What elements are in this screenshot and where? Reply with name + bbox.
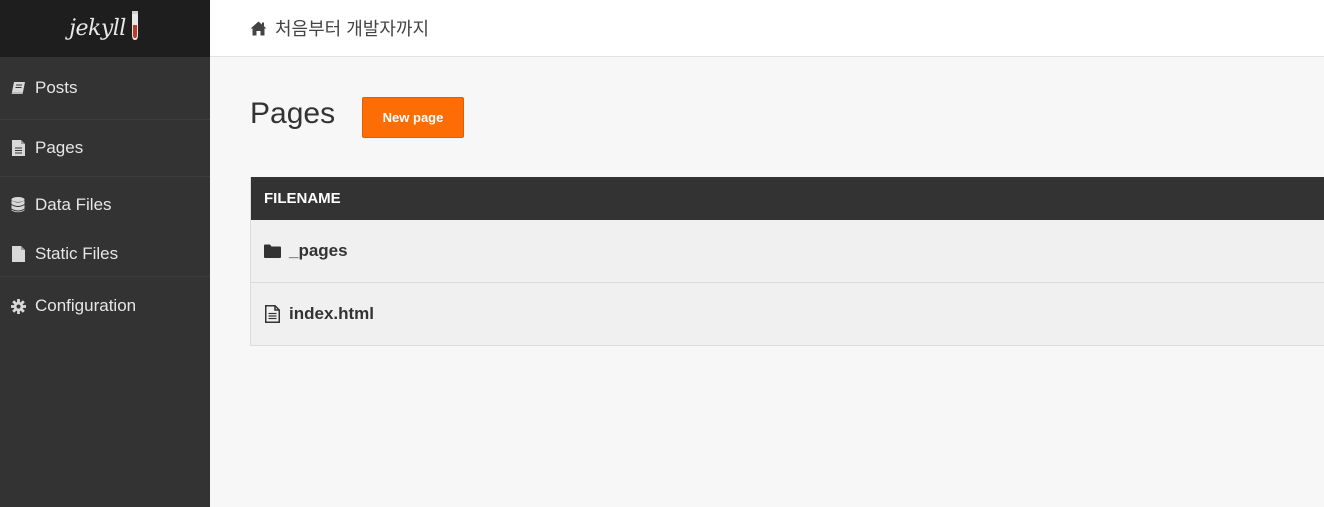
- sidebar-item-configuration[interactable]: Configuration: [0, 277, 210, 335]
- app: jekyll Posts Pages Data Files Static Fil…: [0, 0, 1324, 507]
- sidebar-item-label: Data Files: [35, 194, 112, 214]
- sidebar-item-label: Pages: [35, 138, 84, 157]
- table-row[interactable]: _pages: [251, 220, 1324, 283]
- table-header-filename[interactable]: FILENAME: [251, 177, 1324, 220]
- sidebar-item-pages[interactable]: Pages: [0, 120, 210, 176]
- gear-icon: [10, 298, 26, 314]
- row-filename[interactable]: _pages: [289, 241, 348, 261]
- folder-icon: [264, 243, 281, 260]
- row-filename[interactable]: index.html: [289, 304, 374, 324]
- book-icon: [10, 80, 26, 96]
- breadcrumb-site-link[interactable]: 처음부터 개발자까지: [275, 15, 429, 41]
- logo-text: jekyll: [69, 16, 126, 41]
- sidebar-item-label: Static Files: [35, 244, 119, 263]
- top-header: 처음부터 개발자까지: [210, 0, 1324, 57]
- sidebar-item-data-files[interactable]: Data Files: [0, 177, 210, 232]
- page-title: Pages: [250, 97, 336, 130]
- sidebar-item-posts[interactable]: Posts: [0, 57, 210, 119]
- database-icon: [10, 196, 26, 213]
- files-table: FILENAME _pages index.html: [250, 177, 1324, 346]
- table-row[interactable]: index.html: [251, 283, 1324, 346]
- file-text-icon: [10, 140, 26, 156]
- title-row: Pages New page: [250, 97, 464, 138]
- file-text-icon: [264, 305, 281, 323]
- new-page-button[interactable]: New page: [362, 97, 464, 138]
- test-tube-icon: [131, 10, 138, 40]
- sidebar-nav: Posts Pages Data Files Static Files Conf…: [0, 57, 210, 335]
- sidebar-item-label: Configuration: [35, 296, 137, 315]
- logo-bar: jekyll: [0, 0, 210, 57]
- file-icon: [10, 246, 26, 262]
- breadcrumb: 처음부터 개발자까지: [250, 15, 429, 41]
- sidebar-item-label: Posts: [35, 78, 78, 97]
- sidebar-item-static-files[interactable]: Static Files: [0, 232, 210, 276]
- jekyll-logo[interactable]: jekyll: [69, 10, 141, 41]
- home-icon[interactable]: [250, 21, 267, 36]
- sidebar: jekyll Posts Pages Data Files Static Fil…: [0, 0, 210, 507]
